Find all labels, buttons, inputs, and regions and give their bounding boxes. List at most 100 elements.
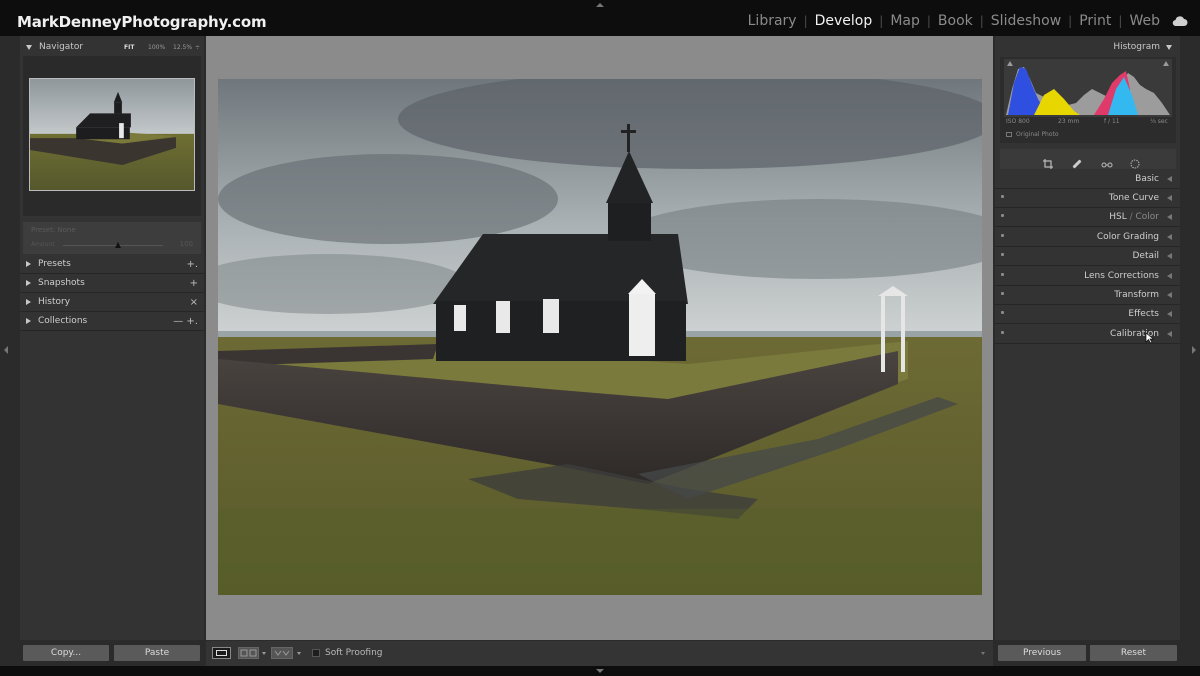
lens-corrections-label: Lens Corrections bbox=[1084, 271, 1159, 281]
clear-history-button[interactable]: × bbox=[190, 297, 198, 308]
module-library[interactable]: Library bbox=[748, 13, 797, 29]
zoom-menu-arrows[interactable]: ÷ bbox=[195, 44, 200, 51]
snapshots-label: Snapshots bbox=[38, 278, 85, 288]
swap-menu-icon[interactable] bbox=[297, 652, 301, 655]
loupe-view-icon[interactable] bbox=[212, 647, 231, 659]
soft-proofing-checkbox[interactable] bbox=[312, 649, 320, 657]
expand-triangle-icon bbox=[1167, 331, 1172, 337]
hsl-color-section[interactable]: HSL / Color bbox=[995, 208, 1180, 227]
tool-strip bbox=[1000, 149, 1176, 169]
preset-name-label: Preset: None bbox=[31, 226, 76, 234]
left-panel-toggle-icon[interactable] bbox=[4, 346, 8, 354]
expand-triangle-icon bbox=[1167, 253, 1172, 259]
swap-before-after-icon[interactable] bbox=[271, 647, 293, 659]
filmstrip-edge bbox=[0, 666, 1200, 676]
panel-switch-icon[interactable] bbox=[1001, 331, 1004, 334]
highlight-clipping-toggle-icon[interactable] bbox=[1163, 61, 1169, 66]
module-map[interactable]: Map bbox=[890, 13, 920, 29]
soft-proofing-label: Soft Proofing bbox=[325, 648, 383, 658]
transform-section[interactable]: Transform bbox=[995, 286, 1180, 305]
shadow-clipping-toggle-icon[interactable] bbox=[1007, 61, 1013, 66]
module-web[interactable]: Web bbox=[1129, 13, 1160, 29]
lens-corrections-section[interactable]: Lens Corrections bbox=[995, 267, 1180, 286]
exif-focal-length: 23 mm bbox=[1058, 118, 1080, 125]
panel-switch-icon[interactable] bbox=[1001, 214, 1004, 217]
presets-section[interactable]: Presets +. bbox=[20, 255, 204, 274]
color-label[interactable]: Color bbox=[1136, 212, 1160, 222]
cloud-sync-icon[interactable] bbox=[1172, 16, 1188, 26]
panel-switch-icon[interactable] bbox=[1001, 292, 1004, 295]
navigator-header[interactable]: Navigator FIT 100% 12.5% ÷ bbox=[20, 37, 204, 57]
expand-triangle-icon bbox=[1167, 292, 1172, 298]
histogram-graph[interactable] bbox=[1004, 53, 1172, 117]
color-grading-section[interactable]: Color Grading bbox=[995, 228, 1180, 247]
effects-label: Effects bbox=[1128, 309, 1159, 319]
zoom-custom[interactable]: 12.5% bbox=[173, 44, 192, 51]
expand-triangle-icon bbox=[1167, 195, 1172, 201]
basic-label: Basic bbox=[1135, 174, 1159, 184]
presets-label: Presets bbox=[38, 259, 71, 269]
module-book[interactable]: Book bbox=[938, 13, 973, 29]
preset-amount-panel: Preset: None Amount 100 bbox=[23, 222, 201, 254]
original-photo-checkbox[interactable] bbox=[1006, 132, 1012, 137]
detail-section[interactable]: Detail bbox=[995, 247, 1180, 266]
hsl-label[interactable]: HSL bbox=[1109, 212, 1127, 222]
module-separator: | bbox=[879, 14, 884, 28]
exif-shutter: ⅛ sec bbox=[1150, 118, 1168, 125]
develop-photo[interactable] bbox=[218, 79, 982, 595]
module-separator: | bbox=[926, 14, 931, 28]
previous-button[interactable]: Previous bbox=[998, 645, 1086, 661]
collections-section[interactable]: Collections — +. bbox=[20, 312, 204, 331]
paste-settings-button[interactable]: Paste bbox=[114, 645, 200, 661]
effects-section[interactable]: Effects bbox=[995, 305, 1180, 324]
add-snapshot-button[interactable]: + bbox=[190, 278, 198, 289]
amount-value: 100 bbox=[179, 240, 193, 248]
collections-label: Collections bbox=[38, 316, 88, 326]
expand-triangle-icon bbox=[26, 318, 31, 324]
module-develop[interactable]: Develop bbox=[815, 13, 873, 29]
history-section[interactable]: History × bbox=[20, 293, 204, 312]
history-label: History bbox=[38, 297, 71, 307]
color-grading-label: Color Grading bbox=[1096, 232, 1159, 242]
top-panel-toggle-icon[interactable] bbox=[596, 3, 604, 7]
right-panel-toggle-icon[interactable] bbox=[1192, 346, 1196, 354]
toolbar-menu-icon[interactable] bbox=[981, 652, 985, 655]
tone-curve-section[interactable]: Tone Curve bbox=[995, 189, 1180, 208]
left-panel-footer: Copy... Paste bbox=[20, 641, 204, 666]
right-panel-footer: Previous Reset bbox=[995, 641, 1180, 666]
add-preset-button[interactable]: +. bbox=[186, 259, 198, 270]
transform-label: Transform bbox=[1114, 290, 1159, 300]
collapse-triangle-icon[interactable] bbox=[1166, 44, 1172, 50]
zoom-fit[interactable]: FIT bbox=[124, 44, 134, 51]
panel-switch-icon[interactable] bbox=[1001, 195, 1004, 198]
module-print[interactable]: Print bbox=[1079, 13, 1111, 29]
before-after-menu-icon[interactable] bbox=[262, 652, 266, 655]
histogram-header[interactable]: Histogram bbox=[1113, 37, 1172, 57]
panel-switch-icon[interactable] bbox=[1001, 234, 1004, 237]
module-slideshow[interactable]: Slideshow bbox=[991, 13, 1061, 29]
panel-switch-icon[interactable] bbox=[1001, 253, 1004, 256]
collapse-triangle-icon[interactable] bbox=[26, 44, 32, 50]
module-separator: | bbox=[979, 14, 984, 28]
panel-switch-icon[interactable] bbox=[1001, 311, 1004, 314]
expand-triangle-icon bbox=[26, 261, 31, 267]
reset-button[interactable]: Reset bbox=[1090, 645, 1177, 661]
copy-settings-button[interactable]: Copy... bbox=[23, 645, 109, 661]
navigator-thumbnail[interactable] bbox=[29, 78, 195, 191]
original-photo-label: Original Photo bbox=[1016, 131, 1059, 138]
basic-section[interactable]: Basic bbox=[995, 170, 1180, 189]
collection-actions-button[interactable]: — +. bbox=[173, 316, 198, 327]
amount-slider-track[interactable] bbox=[63, 245, 163, 246]
expand-triangle-icon bbox=[1167, 273, 1172, 279]
module-picker: Library | Develop | Map | Book | Slidesh… bbox=[748, 13, 1188, 29]
image-canvas bbox=[206, 36, 993, 640]
navigator-title: Navigator bbox=[39, 42, 84, 52]
zoom-100[interactable]: 100% bbox=[148, 44, 165, 51]
amount-slider-thumb[interactable] bbox=[115, 242, 121, 248]
identity-plate[interactable]: MarkDenneyPhotography.com bbox=[17, 13, 267, 31]
filmstrip-toggle-icon[interactable] bbox=[596, 669, 604, 673]
before-after-view-icon[interactable] bbox=[238, 647, 259, 659]
snapshots-section[interactable]: Snapshots + bbox=[20, 274, 204, 293]
panel-switch-icon[interactable] bbox=[1001, 273, 1004, 276]
exif-iso: ISO 800 bbox=[1006, 118, 1030, 125]
